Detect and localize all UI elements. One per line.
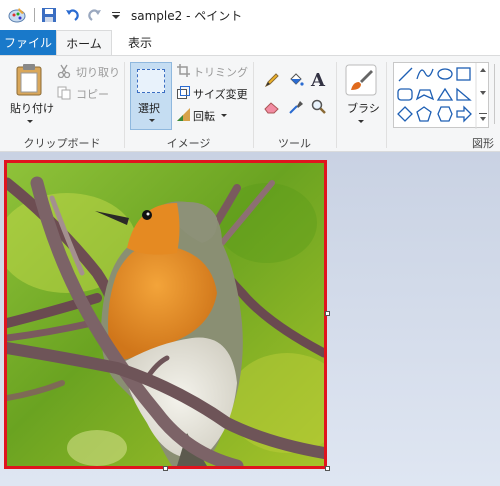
shape-hexagon[interactable] bbox=[437, 106, 453, 122]
shape-rounded-rectangle[interactable] bbox=[397, 88, 413, 101]
shape-right-triangle[interactable] bbox=[456, 87, 472, 101]
color-picker-icon[interactable] bbox=[288, 99, 304, 118]
shapes-group-label: 図形 bbox=[472, 137, 494, 150]
tab-file[interactable]: ファイル bbox=[0, 30, 56, 55]
titlebar-separator bbox=[34, 8, 35, 22]
rotate-dropdown-arrow[interactable] bbox=[221, 114, 227, 117]
ribbon: 貼り付け 切り取り コピー クリップボード 選択 トリミング サイズ変更 回転 … bbox=[0, 55, 500, 152]
eraser-icon[interactable] bbox=[264, 100, 280, 117]
shape-triangle[interactable] bbox=[436, 87, 454, 101]
shape-line[interactable] bbox=[398, 67, 413, 82]
fill-bucket-icon[interactable] bbox=[288, 72, 304, 91]
window-title: sample2 - ペイント bbox=[131, 9, 243, 23]
gallery-scroll-up-icon[interactable] bbox=[480, 68, 486, 72]
resize-handle-right[interactable] bbox=[325, 311, 330, 316]
shape-oval[interactable] bbox=[437, 68, 453, 80]
resize-button[interactable]: サイズ変更 bbox=[193, 86, 248, 102]
pencil-icon[interactable] bbox=[264, 72, 280, 91]
text-tool-icon[interactable]: A bbox=[311, 70, 325, 91]
robin-photo bbox=[7, 163, 324, 466]
magnifier-icon[interactable] bbox=[311, 99, 327, 118]
save-icon[interactable] bbox=[40, 6, 58, 24]
paint-app-icon[interactable] bbox=[8, 6, 26, 24]
copy-button[interactable]: コピー bbox=[76, 86, 109, 102]
gallery-expand-icon[interactable] bbox=[480, 117, 486, 121]
clipboard-group-label: クリップボード bbox=[23, 137, 101, 150]
paste-dropdown-arrow[interactable] bbox=[27, 120, 33, 123]
shapes-gallery bbox=[393, 62, 489, 129]
paste-icon[interactable] bbox=[15, 63, 45, 100]
undo-icon[interactable] bbox=[63, 6, 81, 24]
shape-right-arrow[interactable] bbox=[456, 105, 472, 123]
group-separator bbox=[336, 62, 337, 148]
crop-icon bbox=[177, 64, 190, 80]
shape-rectangle[interactable] bbox=[456, 67, 471, 81]
image-group-label: イメージ bbox=[166, 137, 211, 150]
brushes-dropdown-arrow[interactable] bbox=[358, 120, 364, 123]
select-dropdown-arrow[interactable] bbox=[149, 119, 155, 122]
rotate-button[interactable]: 回転 bbox=[193, 108, 215, 124]
outline-fill-options[interactable] bbox=[494, 64, 500, 124]
select-button[interactable]: 選択 bbox=[130, 62, 172, 130]
title-bar: sample2 - ペイント bbox=[0, 0, 500, 30]
ribbon-tabs: ファイル ホーム 表示 bbox=[0, 30, 500, 56]
brushes-button[interactable]: ブラシ bbox=[347, 100, 380, 116]
select-icon bbox=[137, 69, 165, 93]
tab-view[interactable]: 表示 bbox=[112, 30, 168, 55]
robin-photo-selection[interactable] bbox=[4, 160, 327, 469]
quick-access-dropdown-icon[interactable] bbox=[107, 6, 125, 24]
rotate-icon bbox=[177, 108, 190, 124]
select-label: 選択 bbox=[138, 102, 160, 115]
tools-group-label: ツール bbox=[278, 137, 311, 150]
copy-icon bbox=[57, 86, 71, 103]
paste-button[interactable]: 貼り付け bbox=[10, 100, 54, 116]
resize-handle-corner[interactable] bbox=[325, 466, 330, 471]
shape-polygon[interactable] bbox=[415, 89, 435, 101]
crop-button[interactable]: トリミング bbox=[193, 64, 248, 80]
cut-button[interactable]: 切り取り bbox=[76, 64, 120, 80]
group-separator bbox=[386, 62, 387, 148]
cut-icon bbox=[57, 64, 71, 81]
brush-icon[interactable] bbox=[345, 64, 377, 99]
shape-diamond[interactable] bbox=[397, 106, 413, 122]
resize-handle-bottom[interactable] bbox=[163, 466, 168, 471]
gallery-scroll-down-icon[interactable] bbox=[480, 91, 486, 95]
redo-icon[interactable] bbox=[86, 6, 104, 24]
resize-icon bbox=[177, 86, 190, 102]
tab-home[interactable]: ホーム bbox=[56, 30, 112, 56]
shape-curve[interactable] bbox=[416, 68, 434, 80]
shape-pentagon[interactable] bbox=[416, 106, 432, 122]
